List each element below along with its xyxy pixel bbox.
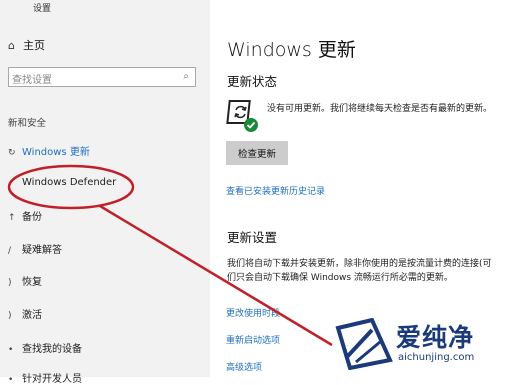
sidebar-item-activation[interactable]: ) 激活 <box>8 306 42 321</box>
section-label: 新和安全 <box>8 118 47 129</box>
sidebar-item-label: Windows Defender <box>22 177 117 188</box>
sidebar-item-windows-defender[interactable]: Windows Defender <box>8 177 116 188</box>
update-settings-text-line1: 我们将自动下载并安装更新，除非你使用的是按流量计费的连接(可 <box>227 259 492 269</box>
sidebar-item-label: 查找我的设备 <box>22 344 82 355</box>
sidebar-item-label: 疑难解答 <box>22 245 62 256</box>
sidebar-item-label: 激活 <box>22 310 42 321</box>
sidebar-item-find-device[interactable]: • 查找我的设备 <box>8 340 82 355</box>
active-hours-link[interactable]: 更改使用时段 <box>226 306 280 319</box>
sidebar-home[interactable]: ⌂ 主页 <box>8 37 45 53</box>
watermark-url: aichunjing.com <box>398 352 475 363</box>
sidebar-item-label: 恢复 <box>22 277 42 288</box>
check-circle-icon: ) <box>8 311 12 321</box>
update-settings-text-line2: 们只会自动下载确保 Windows 流畅运行所必需的更新。 <box>227 273 453 283</box>
sidebar-item-windows-update[interactable]: ↻ Windows 更新 <box>8 143 90 158</box>
update-status-heading: 更新状态 <box>227 74 278 89</box>
sidebar-item-backup[interactable]: ↑ 备份 <box>8 208 42 223</box>
update-history-link[interactable]: 查看已安装更新历史记录 <box>226 184 325 197</box>
update-status-icon <box>226 100 258 132</box>
advanced-options-link[interactable]: 高级选项 <box>226 360 262 373</box>
restore-icon: ) <box>8 278 12 288</box>
search-placeholder: 查找设置 <box>12 75 52 86</box>
sidebar-item-for-developers[interactable]: • 针对开发人员 <box>8 370 82 385</box>
check-updates-button[interactable]: 检查更新 <box>226 141 288 165</box>
sidebar-home-label: 主页 <box>22 39 45 52</box>
search-input[interactable]: 查找设置 ⌕ <box>8 67 196 87</box>
update-status-text: 没有可用更新。我们将继续每天检查是否有最新的更新。 <box>267 104 493 114</box>
window-title: 设置 <box>33 4 52 14</box>
sidebar-item-label: 针对开发人员 <box>22 374 82 385</box>
backup-icon: ↑ <box>8 213 16 223</box>
person-icon: • <box>8 345 14 355</box>
sidebar-item-troubleshoot[interactable]: ∕ 疑难解答 <box>8 241 62 256</box>
home-icon: ⌂ <box>8 39 15 52</box>
watermark-text: 爱纯净 <box>396 323 475 352</box>
wrench-icon: ∕ <box>8 246 12 256</box>
page-title: Windows 更新 <box>227 39 356 61</box>
sidebar-item-label: Windows 更新 <box>22 147 90 158</box>
sidebar-item-label: 备份 <box>22 212 42 223</box>
search-icon: ⌕ <box>183 71 189 82</box>
sidebar: 设置 ⌂ 主页 查找设置 ⌕ 新和安全 ↻ Windows 更新 Windows D… <box>0 0 210 385</box>
sidebar-item-recovery[interactable]: ) 恢复 <box>8 273 42 288</box>
watermark-logo-icon <box>335 318 393 370</box>
update-settings-heading: 更新设置 <box>227 230 278 245</box>
restart-options-link[interactable]: 重新启动选项 <box>226 333 280 346</box>
refresh-icon: ↻ <box>8 148 16 158</box>
